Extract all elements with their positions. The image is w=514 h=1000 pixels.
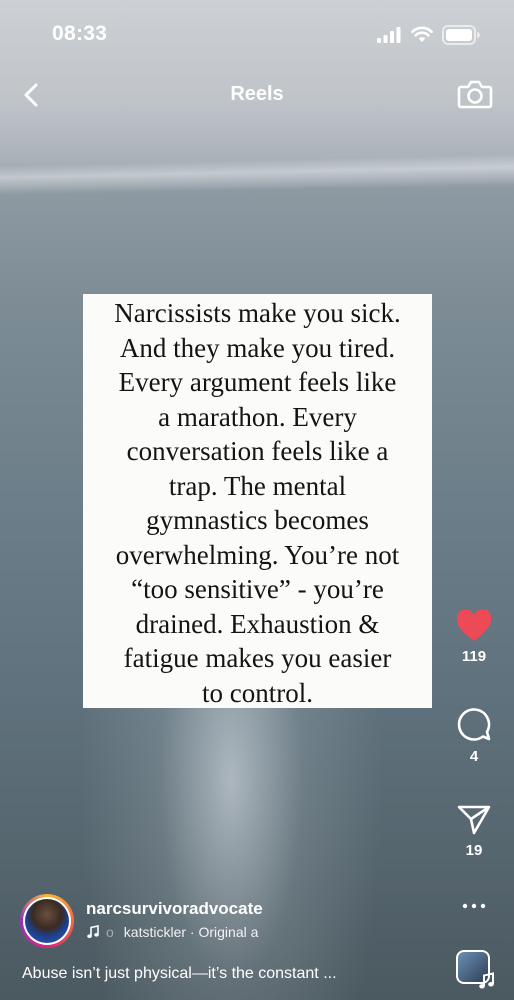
music-note-icon xyxy=(479,972,494,989)
camera-icon[interactable] xyxy=(457,78,493,110)
card-line: Every argument feels like xyxy=(118,367,397,397)
cellular-signal-icon xyxy=(377,27,401,43)
card-line: fatigue makes you easier xyxy=(123,643,392,673)
like-count: 119 xyxy=(461,648,487,665)
card-line: gymnastics becomes xyxy=(146,505,369,535)
share-count: 19 xyxy=(465,842,483,859)
page-title: Reels xyxy=(230,83,284,105)
comment-count: 4 xyxy=(469,748,479,765)
avatar-frame xyxy=(23,897,71,945)
comment-icon xyxy=(457,708,491,741)
send-icon xyxy=(457,805,491,835)
like-button[interactable]: 119 xyxy=(446,610,502,665)
wifi-icon xyxy=(411,26,433,42)
music-title: katstickler · Original a xyxy=(123,924,259,940)
share-button[interactable]: 19 xyxy=(446,804,502,859)
status-time: 08:33 xyxy=(52,22,108,45)
card-line: And they make you tired. xyxy=(119,332,396,363)
status-bar: 08:33 xyxy=(0,0,514,70)
more-dots-icon[interactable] xyxy=(462,902,486,910)
card-line: to control. xyxy=(202,677,313,708)
card-line: “too sensitive” - you’re xyxy=(131,574,384,604)
music-marquee-fade: o xyxy=(106,924,114,940)
card-line: conversation feels like a xyxy=(126,436,389,466)
card-line: drained. Exhaustion & xyxy=(135,608,380,639)
card-line: trap. The mental xyxy=(168,470,347,501)
reels-header: Reels xyxy=(0,72,514,120)
avatar-image xyxy=(25,899,69,943)
heart-icon xyxy=(456,610,492,641)
reel-footer: narcsurvivoradvocate o katstickler · Orig… xyxy=(0,890,514,1000)
avatar[interactable] xyxy=(20,894,74,948)
username[interactable]: narcsurvivoradvocate xyxy=(86,899,263,919)
card-line: a marathon. Every xyxy=(158,401,357,432)
music-note-icon xyxy=(87,925,99,938)
card-line: overwhelming. You’re not xyxy=(115,539,400,570)
battery-icon xyxy=(442,25,480,45)
card-line: Narcissists make you sick. xyxy=(114,298,401,328)
comment-button[interactable]: 4 xyxy=(446,706,502,765)
reel-text-card: Narcissists make you sick. And they make… xyxy=(83,294,432,708)
post-caption[interactable]: Abuse isn’t just physical—it’s the const… xyxy=(22,965,337,983)
music-info[interactable]: o katstickler · Original a xyxy=(86,924,258,940)
